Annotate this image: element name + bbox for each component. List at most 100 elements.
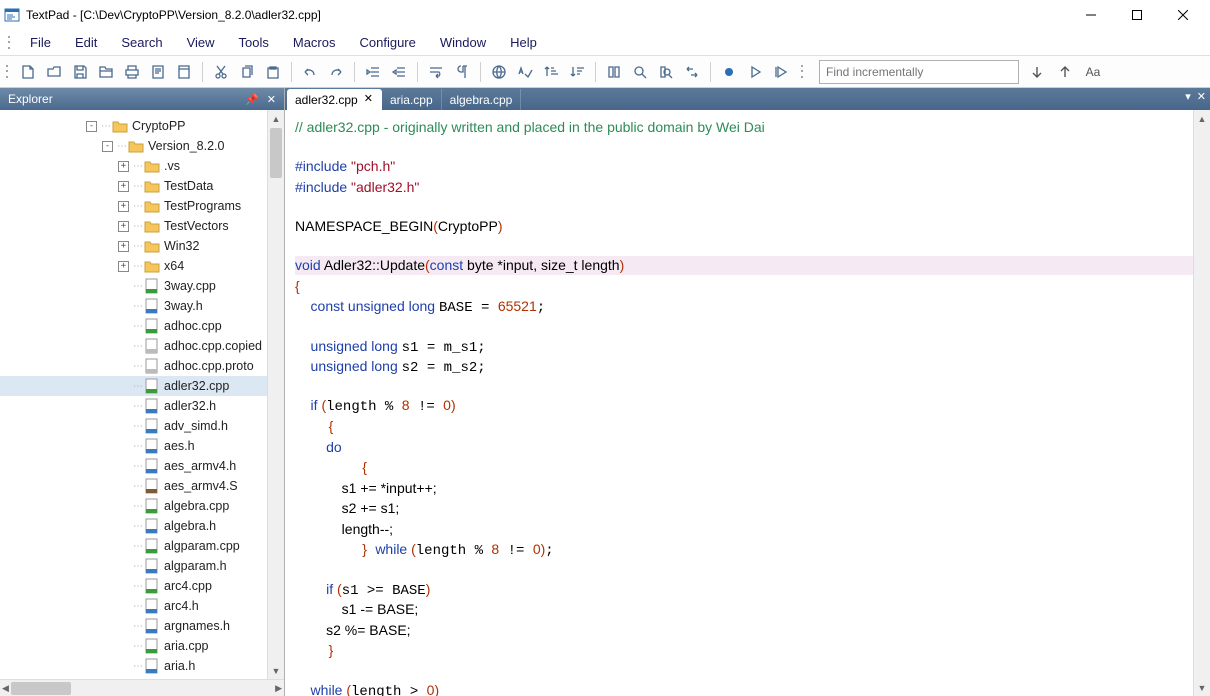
replace-icon[interactable]	[680, 60, 704, 84]
tree-file-adhoc-cpp-proto[interactable]: ⋯adhoc.cpp.proto	[0, 356, 267, 376]
play-macro-icon[interactable]	[743, 60, 767, 84]
file-tree[interactable]: -⋯CryptoPP-⋯Version_8.2.0+⋯.vs+⋯TestData…	[0, 110, 267, 679]
tree-expander[interactable]: +	[118, 161, 129, 172]
tree-file-algebra-cpp[interactable]: ⋯algebra.cpp	[0, 496, 267, 516]
menu-macros[interactable]: Macros	[281, 31, 348, 54]
undo-icon[interactable]	[298, 60, 322, 84]
explorer-pin-icon[interactable]: 📌	[245, 93, 259, 106]
tree-expander[interactable]: -	[86, 121, 97, 132]
tree-file-3way-h[interactable]: ⋯3way.h	[0, 296, 267, 316]
menu-tools[interactable]: Tools	[227, 31, 281, 54]
tree-spacer	[118, 561, 129, 572]
tree-label: aria.cpp	[164, 639, 208, 653]
sort-desc-icon[interactable]	[565, 60, 589, 84]
menu-window[interactable]: Window	[428, 31, 498, 54]
find-in-files-icon[interactable]	[654, 60, 678, 84]
editor-vscroll[interactable]: ▲▼	[1193, 110, 1210, 696]
tree-file-adhoc-cpp-copied[interactable]: ⋯adhoc.cpp.copied	[0, 336, 267, 356]
page-setup-icon[interactable]	[172, 60, 196, 84]
menu-help[interactable]: Help	[498, 31, 549, 54]
search-input[interactable]	[820, 65, 1018, 79]
tree-file-algparam-cpp[interactable]: ⋯algparam.cpp	[0, 536, 267, 556]
compare-icon[interactable]	[602, 60, 626, 84]
print-preview-icon[interactable]	[146, 60, 170, 84]
menu-drag-handle[interactable]	[8, 35, 12, 51]
open-file-icon[interactable]	[42, 60, 66, 84]
tree-expander[interactable]: -	[102, 141, 113, 152]
tab-close-icon[interactable]: ✕	[1197, 90, 1206, 103]
menu-view[interactable]: View	[175, 31, 227, 54]
cut-icon[interactable]	[209, 60, 233, 84]
tree-file-aria-h[interactable]: ⋯aria.h	[0, 656, 267, 676]
tree-folder-testdata[interactable]: +⋯TestData	[0, 176, 267, 196]
explorer-vscroll[interactable]: ▲▼	[267, 110, 284, 679]
word-wrap-icon[interactable]	[424, 60, 448, 84]
spell-check-icon[interactable]	[513, 60, 537, 84]
menu-edit[interactable]: Edit	[63, 31, 109, 54]
menu-configure[interactable]: Configure	[348, 31, 428, 54]
tree-expander[interactable]: +	[118, 221, 129, 232]
paste-icon[interactable]	[261, 60, 285, 84]
tab-dropdown-icon[interactable]: ▾	[1185, 90, 1191, 103]
tree-file-adler32-cpp[interactable]: ⋯adler32.cpp	[0, 376, 267, 396]
indent-icon[interactable]	[361, 60, 385, 84]
tab-algebra-cpp[interactable]: algebra.cpp	[442, 89, 522, 110]
incremental-search[interactable]	[819, 60, 1019, 84]
save-icon[interactable]	[68, 60, 92, 84]
tree-file-aes_armv4-h[interactable]: ⋯aes_armv4.h	[0, 456, 267, 476]
tree-file-adler32-h[interactable]: ⋯adler32.h	[0, 396, 267, 416]
copy-icon[interactable]	[235, 60, 259, 84]
tree-folder-version[interactable]: -⋯Version_8.2.0	[0, 136, 267, 156]
tree-folder-.vs[interactable]: +⋯.vs	[0, 156, 267, 176]
tree-label: x64	[164, 259, 184, 273]
menu-search[interactable]: Search	[109, 31, 174, 54]
tree-folder-cryptopp[interactable]: -⋯CryptoPP	[0, 116, 267, 136]
web-preview-icon[interactable]	[487, 60, 511, 84]
tab-aria-cpp[interactable]: aria.cpp	[382, 89, 442, 110]
tree-expander[interactable]: +	[118, 201, 129, 212]
tree-file-adv_simd-h[interactable]: ⋯adv_simd.h	[0, 416, 267, 436]
tree-file-3way-cpp[interactable]: ⋯3way.cpp	[0, 276, 267, 296]
match-case-icon[interactable]: Aa	[1081, 60, 1105, 84]
tree-file-adhoc-cpp[interactable]: ⋯adhoc.cpp	[0, 316, 267, 336]
tab-adler32-cpp[interactable]: adler32.cpp✕	[287, 89, 382, 110]
code-editor[interactable]: // adler32.cpp - originally written and …	[285, 110, 1193, 696]
redo-icon[interactable]	[324, 60, 348, 84]
toolbar-drag-handle-2[interactable]	[801, 64, 805, 80]
tree-file-arc4-h[interactable]: ⋯arc4.h	[0, 596, 267, 616]
record-macro-icon[interactable]	[717, 60, 741, 84]
tree-expander[interactable]: +	[118, 181, 129, 192]
minimize-button[interactable]	[1068, 0, 1114, 30]
find-icon[interactable]	[628, 60, 652, 84]
tree-expander[interactable]: +	[118, 241, 129, 252]
tree-file-algparam-h[interactable]: ⋯algparam.h	[0, 556, 267, 576]
close-button[interactable]	[1160, 0, 1206, 30]
tree-folder-win32[interactable]: +⋯Win32	[0, 236, 267, 256]
paragraph-marks-icon[interactable]	[450, 60, 474, 84]
tree-file-aes_armv4-S[interactable]: ⋯aes_armv4.S	[0, 476, 267, 496]
tree-file-algebra-h[interactable]: ⋯algebra.h	[0, 516, 267, 536]
outdent-icon[interactable]	[387, 60, 411, 84]
manage-files-icon[interactable]	[94, 60, 118, 84]
menu-file[interactable]: File	[18, 31, 63, 54]
tree-expander[interactable]: +	[118, 261, 129, 272]
find-next-icon[interactable]	[1025, 60, 1049, 84]
tree-file-aes-h[interactable]: ⋯aes.h	[0, 436, 267, 456]
print-icon[interactable]	[120, 60, 144, 84]
explorer-hscroll[interactable]: ◀▶	[0, 679, 284, 696]
new-file-icon[interactable]	[16, 60, 40, 84]
tab-close-icon[interactable]: ✕	[364, 94, 373, 105]
run-macro-icon[interactable]	[769, 60, 793, 84]
toolbar-drag-handle[interactable]	[6, 64, 10, 80]
tree-folder-testprograms[interactable]: +⋯TestPrograms	[0, 196, 267, 216]
maximize-button[interactable]	[1114, 0, 1160, 30]
tree-file-arc4-cpp[interactable]: ⋯arc4.cpp	[0, 576, 267, 596]
sort-asc-icon[interactable]	[539, 60, 563, 84]
tree-folder-x64[interactable]: +⋯x64	[0, 256, 267, 276]
tree-file-aria-cpp[interactable]: ⋯aria.cpp	[0, 636, 267, 656]
tree-folder-testvectors[interactable]: +⋯TestVectors	[0, 216, 267, 236]
tree-spacer	[118, 441, 129, 452]
explorer-close-icon[interactable]: ✕	[267, 93, 276, 106]
find-prev-icon[interactable]	[1053, 60, 1077, 84]
tree-file-argnames-h[interactable]: ⋯argnames.h	[0, 616, 267, 636]
